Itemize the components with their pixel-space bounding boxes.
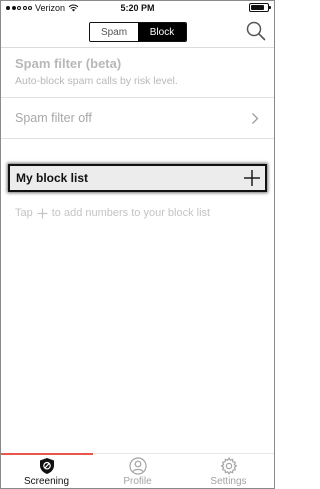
spam-filter-status: Spam filter off xyxy=(15,111,92,125)
hint-prefix: Tap xyxy=(15,207,33,219)
plus-icon xyxy=(37,208,48,218)
block-list-title: My block list xyxy=(16,171,89,185)
gear-icon xyxy=(220,457,237,475)
status-bar: Verizon 5:20 PM xyxy=(1,1,274,16)
tab-settings[interactable]: Settings xyxy=(183,457,274,489)
battery-icon xyxy=(249,3,271,12)
profile-icon xyxy=(128,457,147,475)
spam-filter-subtitle: Auto-block spam calls by risk level. xyxy=(15,75,178,87)
spam-block-segmented-control: Spam Block xyxy=(89,22,187,42)
block-list-header: My block list xyxy=(8,164,267,192)
active-tab-indicator xyxy=(1,453,93,455)
add-icon[interactable] xyxy=(243,169,261,187)
shield-block-icon xyxy=(39,458,54,474)
top-nav: Spam Block xyxy=(1,16,274,48)
status-right xyxy=(249,3,271,12)
tab-screening-label: Screening xyxy=(23,476,70,487)
tab-settings-label: Settings xyxy=(210,476,247,487)
spam-filter-title: Spam filter (beta) xyxy=(15,56,122,71)
chevron-right-icon xyxy=(252,113,259,124)
spam-filter-row[interactable]: Spam filter off xyxy=(1,99,274,139)
phone-screen: Verizon 5:20 PM Spam Block Spam filter (… xyxy=(0,0,275,489)
battery-level xyxy=(251,5,264,10)
segment-spam[interactable]: Spam xyxy=(90,23,138,41)
status-time: 5:20 PM xyxy=(120,3,155,13)
spam-filter-section: Spam filter (beta) Auto-block spam calls… xyxy=(1,49,274,98)
section-gap xyxy=(1,140,274,164)
block-list-hint: Tap to add numbers to your block list xyxy=(15,207,210,219)
tab-bar: Screening Profile Settings xyxy=(1,453,274,488)
segment-block[interactable]: Block xyxy=(138,23,186,41)
search-icon[interactable] xyxy=(245,20,267,42)
hint-suffix: to add numbers to your block list xyxy=(51,207,211,219)
tab-profile[interactable]: Profile xyxy=(92,457,183,489)
tab-screening[interactable]: Screening xyxy=(1,457,92,489)
tab-profile-label: Profile xyxy=(123,476,152,487)
